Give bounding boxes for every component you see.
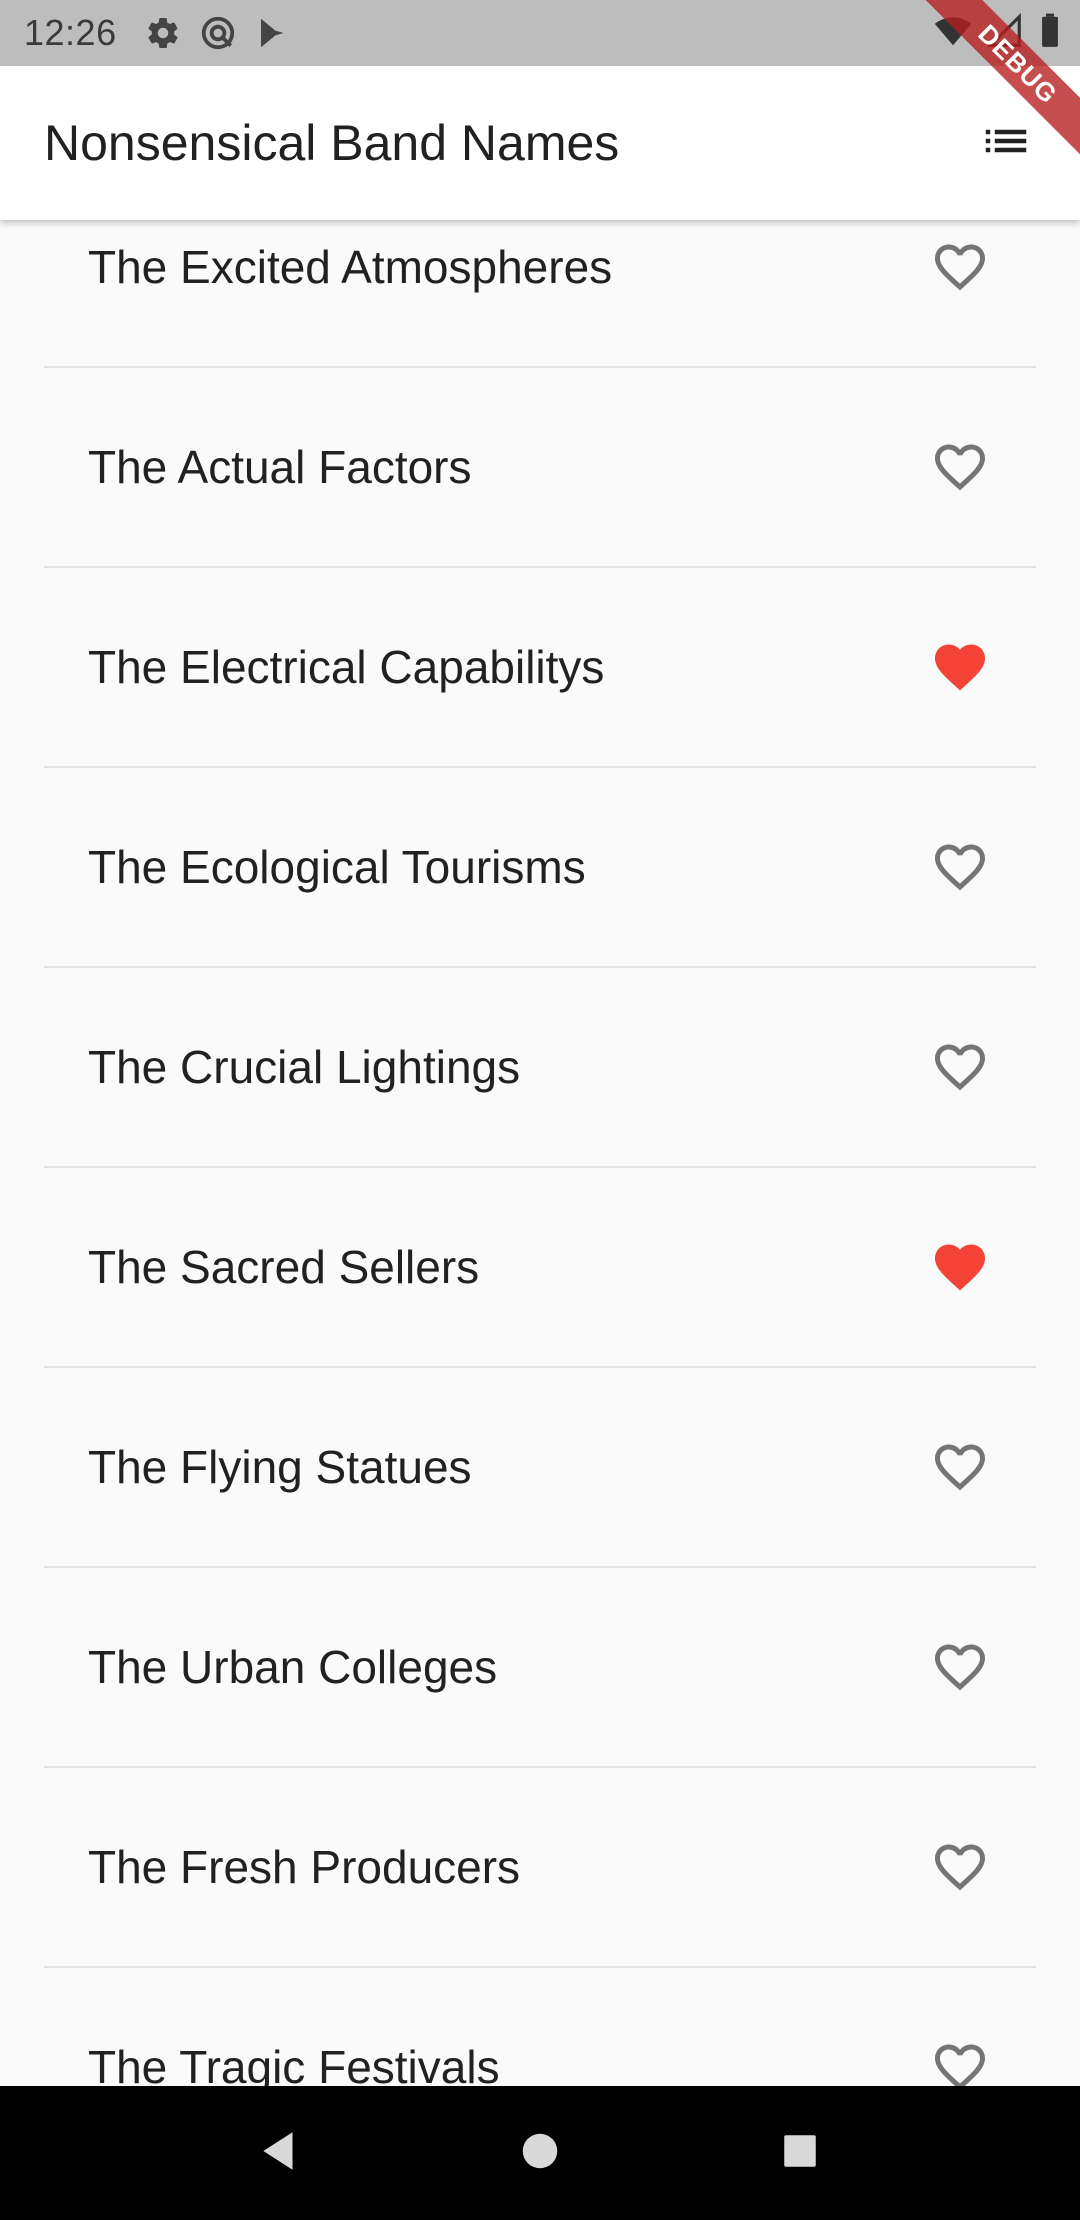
recents-icon [779, 2130, 821, 2177]
settings-icon [145, 15, 181, 51]
battery-icon [1038, 12, 1062, 55]
list-icon [979, 114, 1033, 173]
band-name-list[interactable]: The Excited Atmospheres The Actual Factor… [0, 220, 1080, 2086]
heart-outline-icon[interactable] [930, 1037, 990, 1097]
home-icon [517, 2128, 563, 2179]
heart-outline-icon[interactable] [930, 2037, 990, 2086]
status-bar: 12:26 [0, 0, 1080, 66]
band-name-label: The Crucial Lightings [88, 1041, 521, 1093]
list-item[interactable]: The Ecological Tourisms [0, 768, 1080, 966]
band-name-label: The Urban Colleges [88, 1641, 498, 1693]
band-name-label: The Electrical Capabilitys [88, 641, 605, 693]
home-button[interactable] [495, 2108, 585, 2198]
list-item[interactable]: The Urban Colleges [0, 1568, 1080, 1766]
status-left-icons [145, 14, 291, 52]
vpn-icon [199, 14, 237, 52]
heart-outline-icon[interactable] [930, 1637, 990, 1697]
screen: 12:26 DEBUG Nonsensical Band Names The E… [0, 0, 1080, 2220]
list-item[interactable]: The Sacred Sellers [0, 1168, 1080, 1366]
list-item[interactable]: The Crucial Lightings [0, 968, 1080, 1166]
heart-outline-icon[interactable] [930, 1437, 990, 1497]
back-button[interactable] [235, 2108, 325, 2198]
band-name-label: The Tragic Festivals [88, 2041, 500, 2086]
recents-button[interactable] [755, 2108, 845, 2198]
saved-list-button[interactable] [970, 107, 1042, 179]
list-item[interactable]: The Flying Statues [0, 1368, 1080, 1566]
band-name-label: The Flying Statues [88, 1441, 472, 1493]
list-item[interactable]: The Fresh Producers [0, 1768, 1080, 1966]
band-name-label: The Fresh Producers [88, 1841, 521, 1893]
band-name-label: The Actual Factors [88, 441, 472, 493]
heart-outline-icon[interactable] [930, 437, 990, 497]
status-time: 12:26 [24, 12, 117, 53]
back-icon [255, 2126, 305, 2181]
heart-outline-icon[interactable] [930, 237, 990, 297]
heart-outline-icon[interactable] [930, 837, 990, 897]
list-item[interactable]: The Tragic Festivals [0, 1968, 1080, 2086]
band-name-label: The Sacred Sellers [88, 1241, 480, 1293]
band-name-label: The Excited Atmospheres [88, 241, 613, 293]
heart-filled-icon[interactable] [930, 1237, 990, 1297]
signal-icon [986, 12, 1024, 55]
status-right-icons [934, 0, 1062, 66]
play-store-icon [255, 15, 291, 51]
app-bar: Nonsensical Band Names [0, 66, 1080, 220]
list-item[interactable]: The Electrical Capabilitys [0, 568, 1080, 766]
navigation-bar [0, 2086, 1080, 2220]
band-name-label: The Ecological Tourisms [88, 841, 586, 893]
page-title: Nonsensical Band Names [44, 115, 620, 171]
heart-outline-icon[interactable] [930, 1837, 990, 1897]
wifi-icon [934, 12, 972, 55]
heart-filled-icon[interactable] [930, 637, 990, 697]
list-item[interactable]: The Excited Atmospheres [0, 220, 1080, 366]
band-name-list-inner: The Excited Atmospheres The Actual Factor… [0, 220, 1080, 2086]
list-item[interactable]: The Actual Factors [0, 368, 1080, 566]
